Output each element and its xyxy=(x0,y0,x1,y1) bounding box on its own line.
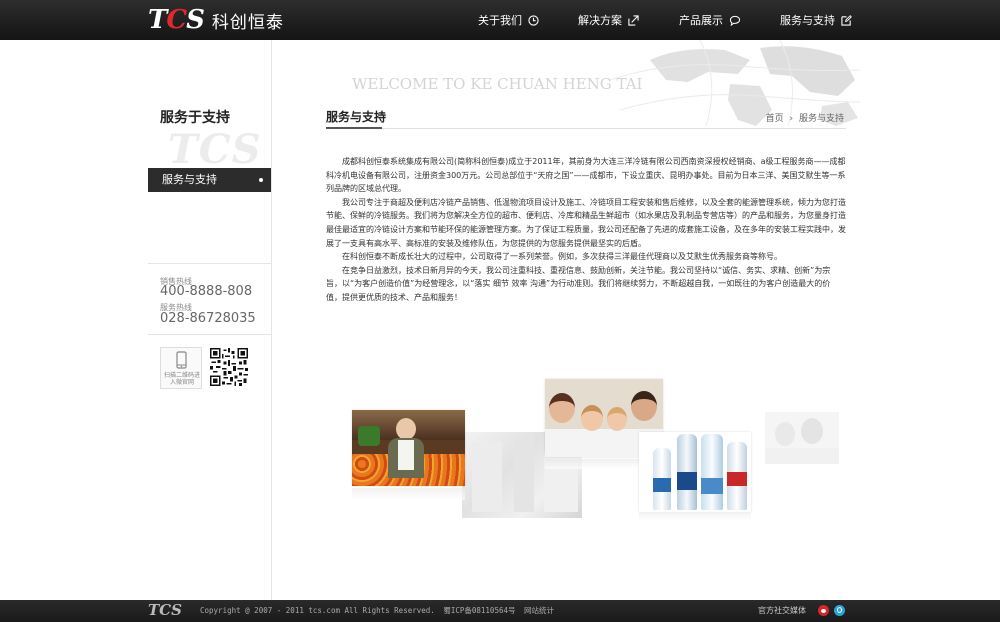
breadcrumb-home[interactable]: 首页 xyxy=(766,114,784,124)
paragraph: 在科创恒泰不断成长壮大的过程中，公司取得了一系列荣誉。例如，多次获得三洋最佳代理… xyxy=(342,252,782,262)
nav-products[interactable]: 产品展示 xyxy=(679,12,741,28)
title-divider xyxy=(326,127,846,129)
tencent-weibo-icon[interactable] xyxy=(834,605,845,616)
qr-caption: 扫描二维码进入微官网 xyxy=(163,372,200,386)
icp-link[interactable]: 蜀ICP备08110564号 xyxy=(443,606,515,615)
bullet-icon xyxy=(259,178,263,182)
paragraph: 在竞争日益激烈，技术日新月异的今天，我公司注重科技、重视信息、鼓励创新，关注节能… xyxy=(326,265,831,302)
service-hotline-number: 028-86728035 xyxy=(160,311,256,326)
breadcrumb-current: 服务与支持 xyxy=(798,114,844,124)
nav-label: 服务与支持 xyxy=(780,14,835,27)
copyright: Copyright @ 2007 - 2011 tcs.com All Righ… xyxy=(200,605,554,616)
stats-link[interactable]: 网站统计 xyxy=(524,606,554,615)
sidebar-divider xyxy=(148,334,271,335)
phone-icon xyxy=(176,351,187,369)
sidebar-watermark: TCS xyxy=(168,126,262,173)
top-header: TCS 科创恒泰 关于我们 解决方案 产品展示 服务与支持 xyxy=(0,0,1000,40)
bottled-water-photo xyxy=(639,432,751,512)
chat-icon xyxy=(729,15,741,26)
site-logo[interactable]: TCS 科创恒泰 xyxy=(148,4,284,36)
nav-label: 产品展示 xyxy=(679,14,723,27)
nav-service[interactable]: 服务与支持 xyxy=(780,12,852,28)
site-footer: TCS Copyright @ 2007 - 2011 tcs.com All … xyxy=(0,600,1000,622)
paragraph: 我公司专注于商超及便利店冷链产品销售、低温物流项目设计及施工、冷链项目工程安装和… xyxy=(326,197,846,248)
sales-hotline-number: 400-8888-808 xyxy=(160,284,253,299)
welcome-banner: WELCOME TO KE CHUAN HENG TAI xyxy=(352,75,643,93)
page-title: 服务与支持 xyxy=(326,110,387,124)
article-body: 成都科创恒泰系统集成有限公司(简称科创恒泰)成立于2011年，其前身为大连三洋冷… xyxy=(326,155,846,305)
nav-about[interactable]: 关于我们 xyxy=(478,12,539,28)
grocer-photo-reflection xyxy=(352,488,465,500)
grocer-photo xyxy=(352,410,465,486)
share-icon xyxy=(628,14,639,26)
logo-mark: TCS xyxy=(148,5,205,35)
breadcrumb-separator: › xyxy=(789,114,794,124)
mobile-site-box[interactable]: 扫描二维码进入微官网 xyxy=(160,347,202,389)
social-media-label: 官方社交媒体 xyxy=(758,606,806,615)
logo-text: 科创恒泰 xyxy=(211,12,284,33)
sidebar: 服务于支持 TCS 服务与支持 销售热线 400-8888-808 服务热线 0… xyxy=(148,40,272,600)
clock-icon xyxy=(528,14,539,26)
sidebar-divider xyxy=(148,263,271,264)
paragraph: 成都科创恒泰系统集成有限公司(简称科创恒泰)成立于2011年，其前身为大连三洋冷… xyxy=(326,157,846,194)
nav-label: 关于我们 xyxy=(478,14,522,27)
nav-label: 解决方案 xyxy=(578,14,622,27)
edit-icon xyxy=(841,14,852,26)
copyright-text: Copyright @ 2007 - 2011 tcs.com All Righ… xyxy=(200,606,435,615)
sidebar-item-label: 服务与支持 xyxy=(162,173,217,186)
breadcrumb: 首页 › 服务与支持 xyxy=(766,111,844,124)
sidebar-item-service[interactable]: 服务与支持 xyxy=(148,168,271,192)
qr-code-icon[interactable] xyxy=(210,348,248,386)
weibo-icon[interactable] xyxy=(818,605,829,616)
footer-logo: TCS xyxy=(148,601,182,619)
faded-family-photo xyxy=(765,412,839,464)
bottled-water-reflection xyxy=(639,512,751,522)
sidebar-title: 服务于支持 xyxy=(160,110,230,126)
nav-solutions[interactable]: 解决方案 xyxy=(578,12,639,28)
